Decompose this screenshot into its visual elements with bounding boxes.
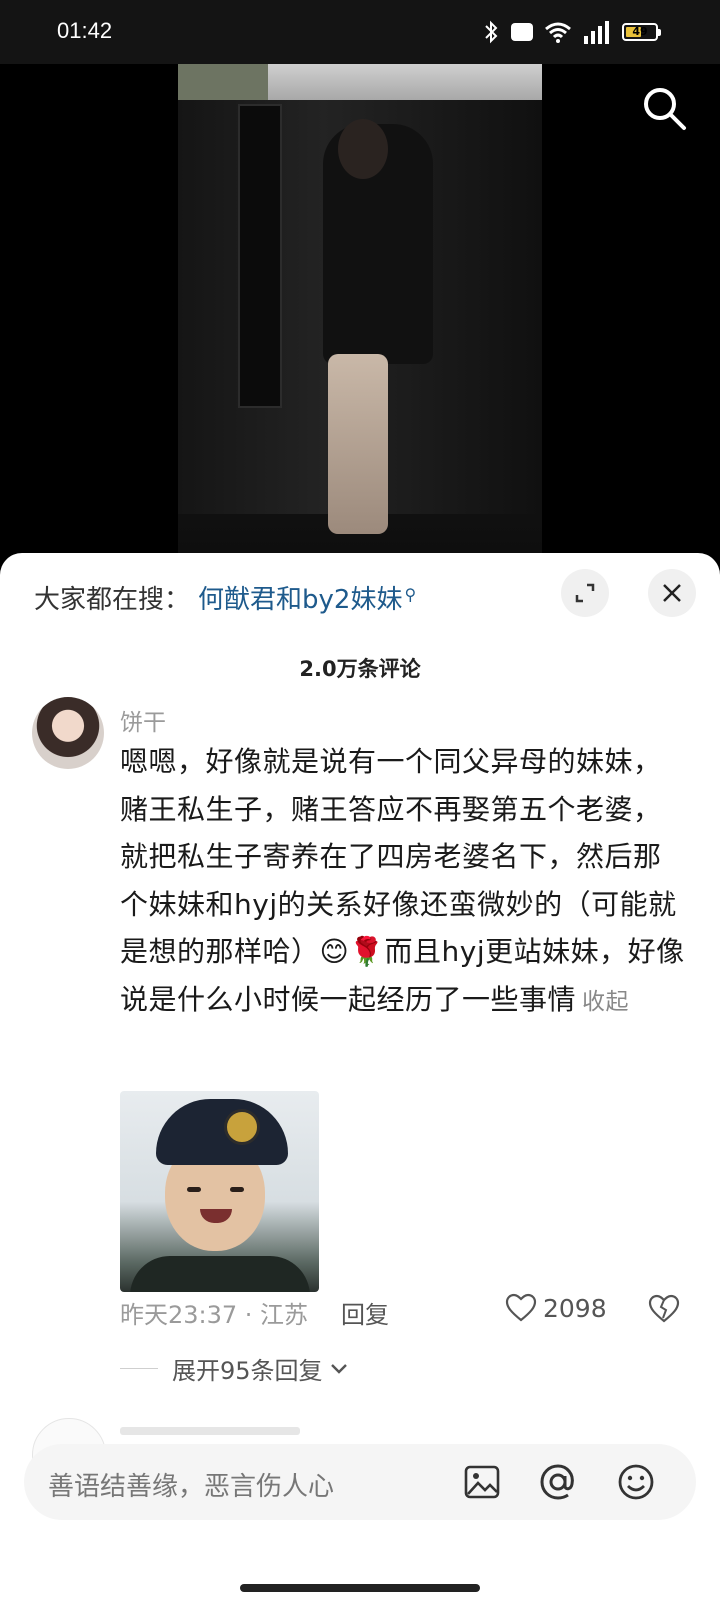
expand-icon [575, 583, 595, 603]
expand-replies-label: 展开95条回复 [172, 1357, 323, 1385]
chevron-down-icon [330, 1363, 347, 1374]
mention-button[interactable] [538, 1462, 578, 1502]
trend-keyword-link[interactable]: 何猷君和by2妹妹 [198, 579, 402, 616]
video-player[interactable] [0, 64, 720, 554]
signal-icon [584, 21, 609, 44]
comment-body: 嗯嗯，好像就是说有一个同父异母的妹妹，赌王私生子，赌王答应不再娶第五个老婆，就把… [120, 738, 688, 1026]
home-indicator[interactable] [240, 1584, 480, 1592]
collapse-link[interactable]: 收起 [582, 989, 629, 1015]
video-frame[interactable] [178, 64, 542, 554]
status-icons: 49 [482, 18, 661, 46]
search-button[interactable] [640, 84, 690, 134]
heart-icon [505, 1293, 537, 1322]
battery-indicator: 49 [622, 23, 661, 41]
search-icon [644, 88, 686, 130]
comment-count: 2.0万条评论 [299, 657, 421, 681]
bluetooth-icon [485, 20, 498, 44]
trending-search: 大家都在搜： 何猷君和by2妹妹 ⚲ [34, 579, 416, 616]
broken-heart-icon [648, 1294, 680, 1323]
comment-text: 嗯嗯，好像就是说有一个同父异母的妹妹，赌王私生子，赌王答应不再娶第五个老婆，就把… [120, 745, 685, 1016]
like-button[interactable]: 2098 [505, 1293, 607, 1323]
comment-input-placeholder[interactable]: 善语结善缘，恶言伤人心 [48, 1466, 334, 1503]
status-bar: 01:42 49 [0, 0, 720, 64]
battery-level: 49 [632, 25, 648, 38]
hd-icon [511, 23, 533, 41]
comment-meta: 昨天23:37 · 江苏 [120, 1301, 309, 1329]
comment-username[interactable]: 饼干 [120, 703, 166, 737]
wifi-icon [545, 22, 571, 43]
image-button[interactable] [462, 1462, 502, 1502]
small-search-icon: ⚲ [404, 585, 417, 604]
image-icon [464, 1465, 500, 1499]
comment-input-bar[interactable]: 善语结善缘，恶言伤人心 [24, 1444, 696, 1520]
close-button[interactable] [648, 569, 696, 617]
close-icon [663, 584, 681, 602]
emoji-icon [618, 1464, 654, 1500]
emoji-button[interactable] [616, 1462, 656, 1502]
like-count: 2098 [543, 1293, 607, 1323]
reply-button[interactable]: 回复 [341, 1295, 389, 1330]
dislike-button[interactable] [648, 1294, 680, 1328]
avatar[interactable] [32, 697, 104, 769]
trend-prefix: 大家都在搜： [34, 585, 191, 615]
comment-image[interactable] [120, 1091, 319, 1292]
status-time: 01:42 [57, 18, 113, 43]
expand-button[interactable] [561, 569, 609, 617]
next-comment-username [120, 1421, 300, 1441]
expand-replies-button[interactable]: 展开95条回复 [120, 1351, 349, 1386]
at-icon [540, 1464, 574, 1500]
